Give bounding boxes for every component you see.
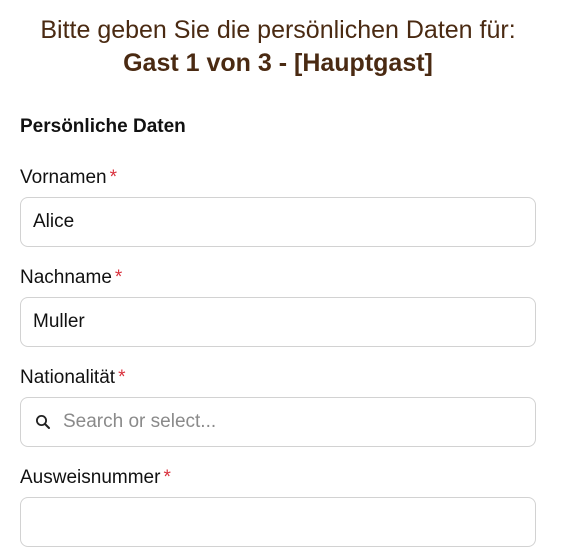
required-marker: * (118, 367, 126, 388)
last-name-label: Nachname * (20, 266, 536, 290)
page-heading: Bitte geben Sie die persönlichen Daten f… (0, 14, 556, 80)
required-marker: * (114, 267, 123, 288)
first-name-label: Vornamen * (20, 166, 536, 190)
nationality-label: Nationalität * (20, 366, 536, 390)
nationality-field-group: Nationalität * Search or select... (20, 366, 536, 447)
first-name-input[interactable]: Alice (20, 197, 536, 247)
search-icon (35, 414, 51, 430)
first-name-field-group: Vornamen * Alice (20, 166, 536, 247)
nationality-label-text: Nationalität (20, 367, 116, 388)
required-marker: * (109, 167, 118, 188)
section-title: Persönliche Daten (20, 116, 186, 137)
id-number-input[interactable] (20, 497, 536, 547)
id-number-label: Ausweisnummer * (20, 466, 536, 490)
nationality-search-select[interactable]: Search or select... (20, 397, 536, 447)
nationality-placeholder: Search or select... (63, 411, 217, 432)
last-name-value: Muller (33, 311, 85, 332)
first-name-label-text: Vornamen (20, 167, 107, 188)
heading-instruction: Bitte geben Sie die persönlichen Daten f… (40, 16, 516, 44)
last-name-input[interactable]: Muller (20, 297, 536, 347)
id-number-label-text: Ausweisnummer (20, 467, 161, 488)
id-number-field-group: Ausweisnummer * (20, 466, 536, 547)
last-name-field-group: Nachname * Muller (20, 266, 536, 347)
heading-guest-label: Gast 1 von 3 - [Hauptgast] (123, 49, 433, 77)
last-name-label-text: Nachname (20, 267, 112, 288)
required-marker: * (163, 467, 171, 488)
first-name-value: Alice (33, 211, 75, 232)
